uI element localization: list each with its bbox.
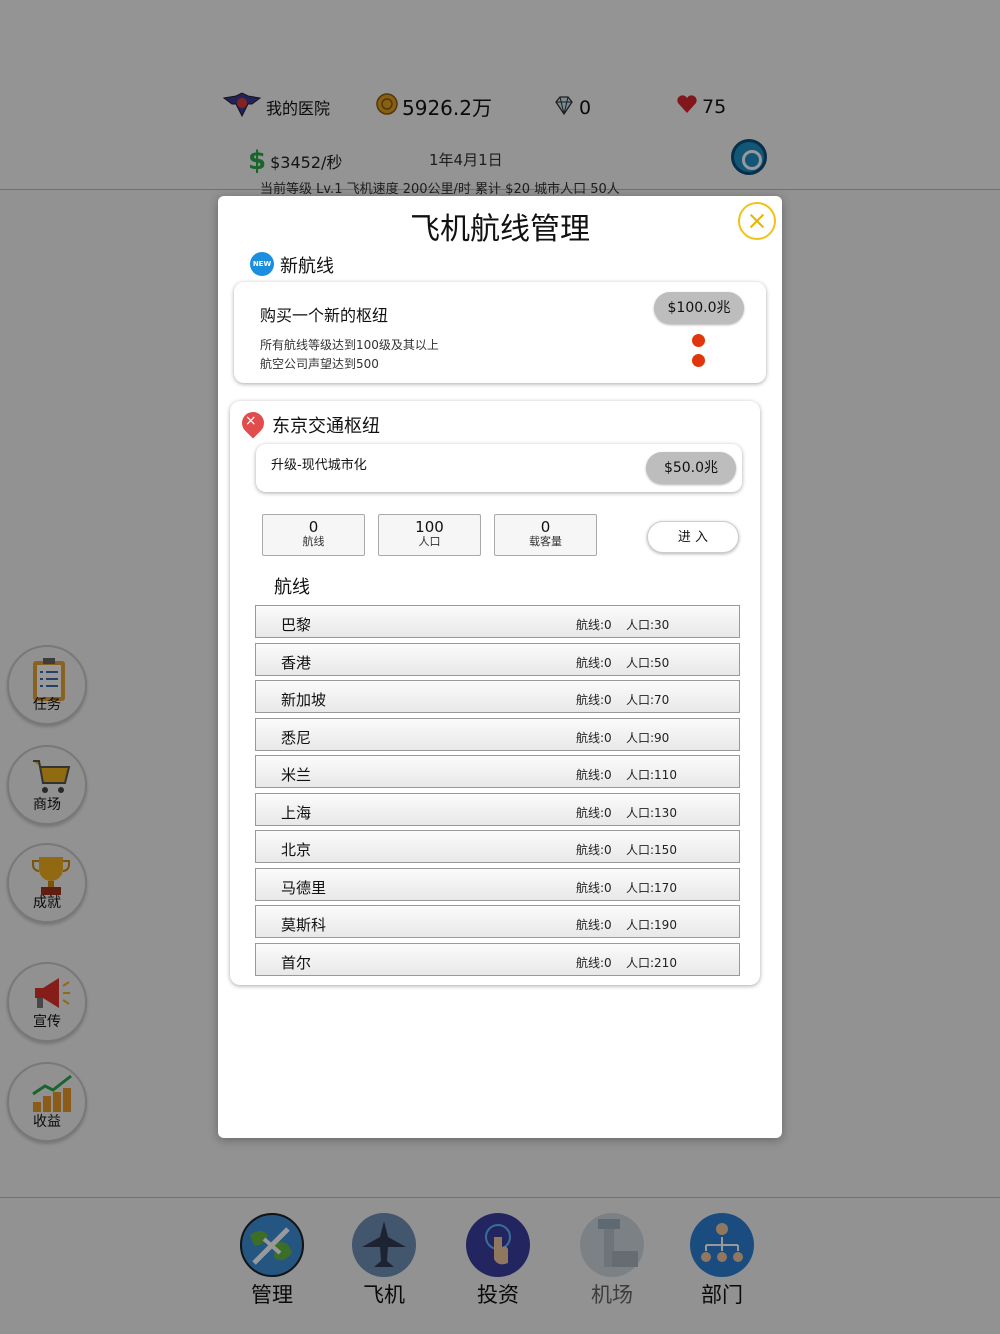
route-count: 航线:0 [576,693,612,707]
requirement-unmet-dot [692,354,705,367]
close-button[interactable] [738,202,776,240]
stat-label: 载客量 [529,535,562,548]
routes-heading: 航线 [274,577,310,598]
stat-value: 0 [540,518,551,536]
route-city-name: 香港 [281,653,312,672]
route-count: 航线:0 [576,655,612,670]
route-city-name: 马德里 [281,878,327,897]
hub-capacity-stat: 0 载客量 [494,514,597,556]
route-count: 航线:0 [576,768,612,782]
route-city-name: 上海 [281,803,312,822]
upgrade-card: 升级-现代城市化 $50.0兆 [256,444,742,492]
hub-population-stat: 100 人口 [378,514,481,556]
route-population: 人口:130 [626,805,677,820]
new-routes-title: 新航线 [280,256,334,277]
route-population: 人口:50 [626,655,670,670]
upgrade-label: 升级-现代城市化 [271,458,367,473]
route-population: 人口:70 [626,693,670,707]
route-row[interactable]: 北京 航线:0 人口:150 [255,830,740,863]
hub-name: 东京交通枢纽 [272,416,380,437]
route-row[interactable]: 马德里 航线:0 人口:170 [255,867,740,901]
hub-card: 东京交通枢纽 升级-现代城市化 $50.0兆 0 航线 100 人口 0 载客量… [230,401,760,985]
stat-label: 航线 [302,535,325,548]
dialog-title: 飞机航线管理 [410,212,590,247]
route-management-dialog: 飞机航线管理 NEW 新航线 购买一个新的枢纽 $100.0兆 所有航线等级达到… [218,196,782,1138]
route-city-name: 首尔 [281,953,312,972]
requirement-unmet-dot [692,334,705,347]
route-count: 航线:0 [576,730,612,745]
requirement-text: 航空公司声望达到500 [260,357,379,371]
route-count: 航线:0 [576,843,612,857]
route-row[interactable]: 首尔 航线:0 人口:210 [255,942,740,976]
buy-hub-price-button[interactable]: $100.0兆 [654,292,744,324]
route-population: 人口:190 [626,918,677,932]
hub-routes-stat: 0 航线 [262,514,365,556]
route-row[interactable]: 新加坡 航线:0 人口:70 [255,680,740,713]
route-count: 航线:0 [576,805,612,820]
route-row[interactable]: 上海 航线:0 人口:130 [255,792,740,826]
new-badge-icon: NEW [250,252,274,276]
upgrade-price-button[interactable]: $50.0兆 [646,452,736,484]
route-count: 航线:0 [576,618,612,632]
route-city-name: 悉尼 [281,728,312,747]
route-population: 人口:90 [626,730,670,745]
route-count: 航线:0 [576,880,612,895]
route-population: 人口:150 [626,843,677,857]
route-city-name: 北京 [281,841,312,859]
stat-label: 人口 [418,535,441,548]
route-population: 人口:210 [626,955,677,970]
route-count: 航线:0 [576,918,612,932]
route-population: 人口:30 [626,618,670,632]
route-city-name: 新加坡 [281,691,327,709]
route-list: 巴黎 航线:0 人口:30 香港 航线:0 人口:50 新加坡 航线:0 人口:70 悉尼航… [255,605,740,980]
buy-hub-title: 购买一个新的枢纽 [260,306,389,325]
route-row[interactable]: 香港 航线:0 人口:50 [255,642,740,676]
route-population: 人口:110 [626,768,677,782]
route-row[interactable]: 巴黎 航线:0 人口:30 [255,605,740,638]
requirement-text: 所有航线等级达到100级及其以上 [260,338,439,352]
route-count: 航线:0 [576,955,612,970]
buy-hub-card: 购买一个新的枢纽 $100.0兆 所有航线等级达到100级及其以上 航空公司声望… [234,282,766,383]
route-city-name: 莫斯科 [281,916,327,934]
route-row[interactable]: 米兰 航线:0 人口:110 [255,755,740,788]
enter-button[interactable]: 进 入 [647,521,739,553]
route-row[interactable]: 莫斯科 航线:0 人口:190 [255,905,740,938]
stat-value: 0 [308,518,319,536]
route-city-name: 米兰 [281,766,312,784]
route-population: 人口:170 [626,880,677,895]
route-row[interactable]: 悉尼 航线:0 人口:90 [255,717,740,751]
location-pin-icon [237,407,269,439]
route-city-name: 巴黎 [281,616,312,634]
stat-value: 100 [415,518,444,536]
